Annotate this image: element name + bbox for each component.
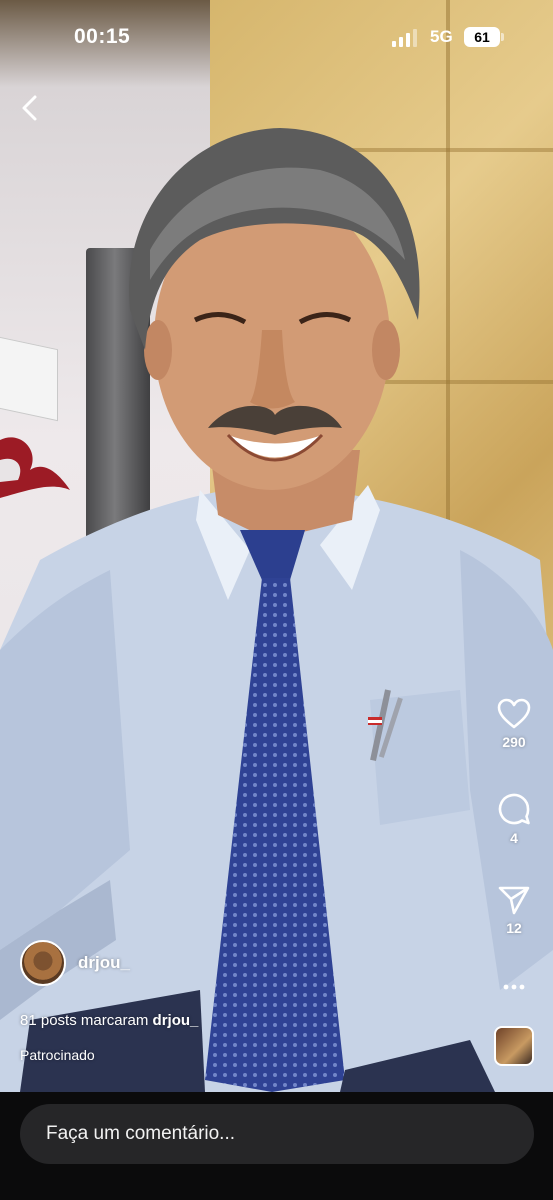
- audio-thumbnail[interactable]: [494, 1026, 534, 1066]
- share-count: 12: [506, 920, 522, 936]
- like-button[interactable]: 290: [488, 698, 540, 750]
- battery-nub: [501, 33, 504, 41]
- heart-icon[interactable]: [497, 698, 531, 730]
- more-dots-icon[interactable]: [503, 979, 525, 995]
- battery-level: 61: [464, 27, 500, 47]
- like-count: 290: [502, 734, 526, 750]
- comment-button[interactable]: 4: [488, 792, 540, 846]
- tagged-prefix: 81 posts marcaram: [20, 1012, 153, 1029]
- sponsored-label: Patrocinado: [20, 1047, 95, 1063]
- bottom-bar: Faça um comentário...: [0, 1092, 553, 1200]
- tagged-username[interactable]: drjou_: [153, 1012, 199, 1029]
- chevron-left-icon[interactable]: [18, 94, 44, 122]
- comment-bubble-icon[interactable]: [497, 792, 531, 826]
- paper-plane-icon[interactable]: [497, 884, 531, 916]
- avatar[interactable]: [20, 940, 66, 986]
- comment-count: 4: [510, 830, 518, 846]
- comment-input[interactable]: [20, 1104, 534, 1164]
- status-time: 00:15: [74, 25, 131, 48]
- share-button[interactable]: 12: [488, 884, 540, 936]
- post-author[interactable]: drjou_: [20, 940, 130, 986]
- reel-video[interactable]: [0, 0, 553, 1092]
- tagged-posts-line[interactable]: 81 posts marcaram drjou_: [20, 1012, 198, 1029]
- status-bar: 00:15 5G 61: [0, 0, 553, 76]
- network-type: 5G: [430, 27, 453, 46]
- username[interactable]: drjou_: [78, 953, 130, 973]
- cellular-signal-icon: [392, 29, 417, 47]
- battery-icon: 61: [464, 27, 504, 47]
